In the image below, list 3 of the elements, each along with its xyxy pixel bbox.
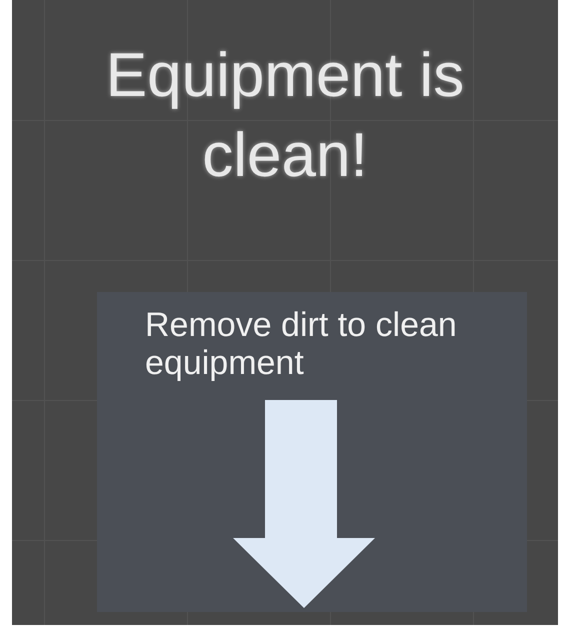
down-arrow-icon	[233, 400, 375, 608]
title: Equipment is clean!	[104, 40, 466, 192]
instruction-text: Remove dirt to clean equipment	[145, 306, 458, 382]
